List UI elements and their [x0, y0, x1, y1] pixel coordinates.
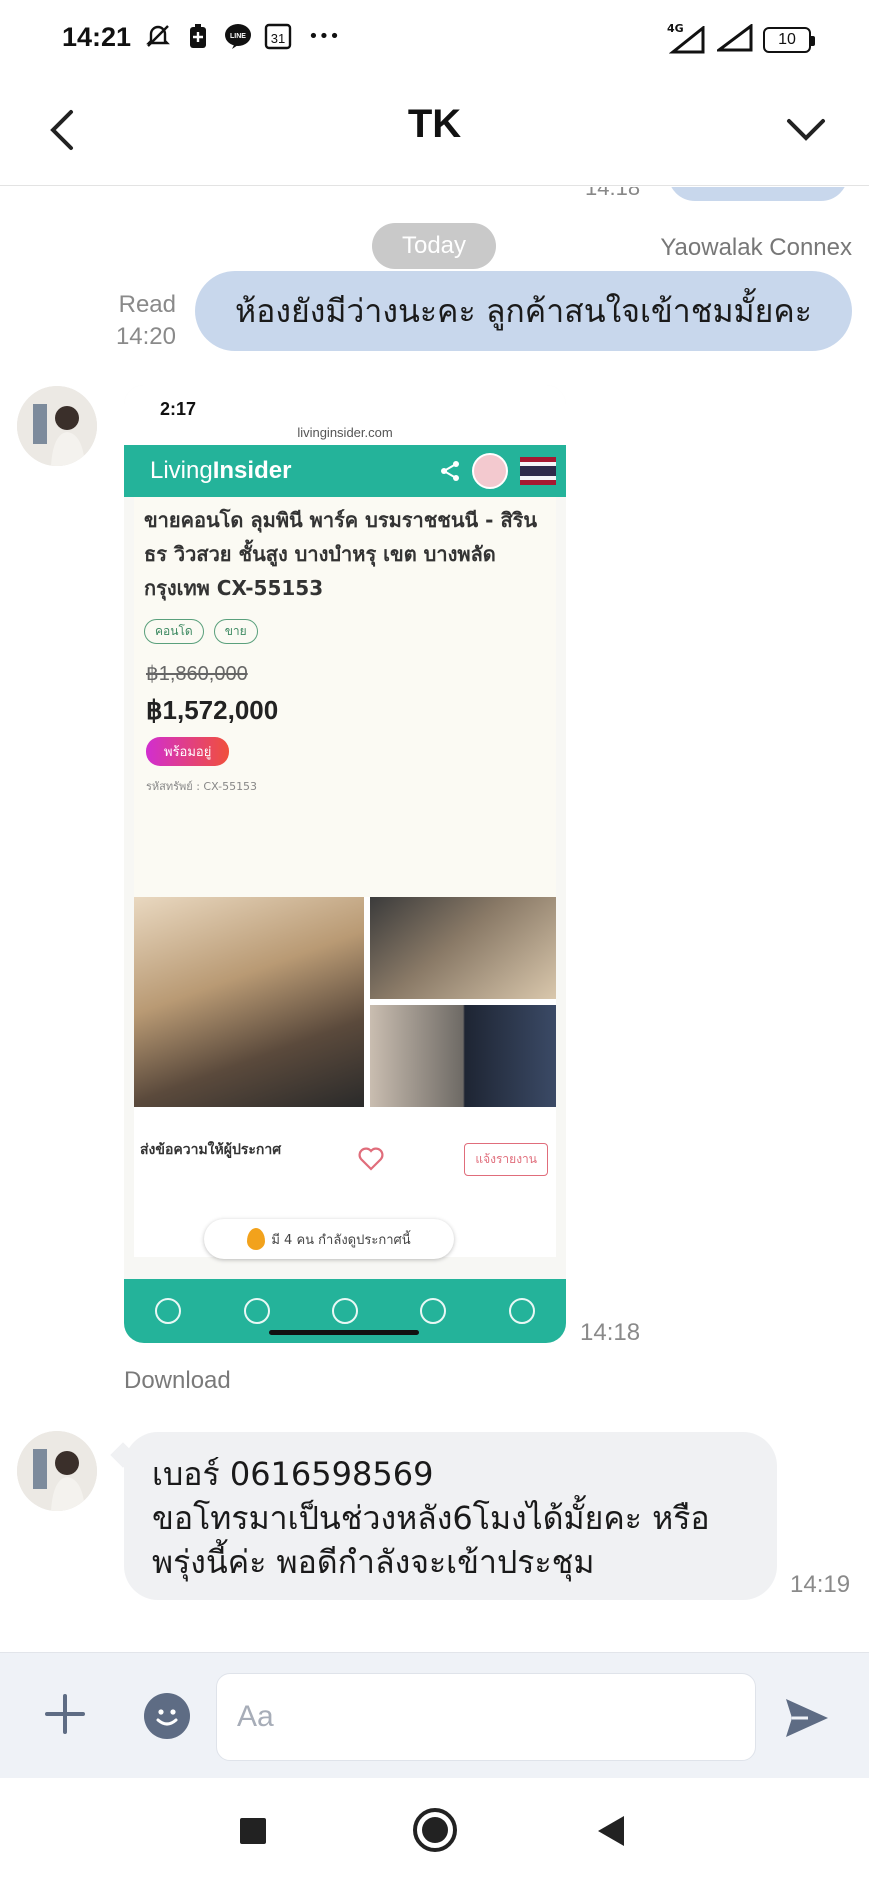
image-tag: คอนโด — [144, 619, 204, 644]
image-tab-icon — [420, 1298, 447, 1324]
more-icon: ••• — [308, 25, 340, 47]
image-photo — [370, 897, 556, 999]
plus-icon — [45, 1694, 85, 1734]
image-report-button: แจ้งรายงาน — [464, 1143, 548, 1176]
battery-saver-icon — [184, 22, 212, 50]
image-status-bar: 2:17 livinginsider.com — [124, 385, 566, 445]
image-listing-title: ขายคอนโด ลุมพินี พาร์ค บรมราชชนนี - สิริ… — [144, 508, 538, 600]
message-line: เบอร์ 0616598569 — [152, 1455, 434, 1493]
add-attachment-button[interactable] — [40, 1689, 90, 1739]
image-home-indicator — [269, 1330, 419, 1335]
chat-header: TK — [0, 78, 869, 186]
incoming-message-time: 14:19 — [790, 1571, 851, 1598]
image-listing-photos — [134, 897, 556, 1107]
image-brand-logo: LivingInsider — [150, 457, 291, 485]
network-label: 4G — [667, 22, 684, 35]
brand-part-a: Living — [150, 457, 213, 484]
calendar-day: 31 — [271, 31, 285, 46]
image-tab-icon — [155, 1298, 182, 1324]
image-status-time: 2:17 — [160, 399, 197, 419]
smiley-icon — [156, 1709, 178, 1726]
previous-message-bubble[interactable] — [668, 187, 848, 201]
image-photo-main — [134, 897, 364, 1107]
message-line: พรุ่งนี้ค่ะ พอดีกำลังจะเข้าประชุม — [152, 1543, 595, 1581]
image-listing-tags: คอนโด ขาย — [144, 619, 258, 644]
message-input[interactable] — [216, 1673, 756, 1761]
signal-4g-icon: 4G — [667, 22, 707, 54]
image-photo — [370, 1005, 556, 1107]
image-listing-meta: รหัสทรัพย์ : CX-55153 — [146, 780, 258, 793]
system-navigation-bar — [0, 1778, 869, 1883]
home-button[interactable] — [413, 1808, 457, 1852]
message-input-bar — [0, 1652, 869, 1778]
status-time: 14:21 — [62, 22, 132, 52]
message-line: ขอโทรมาเป็นช่วงหลัง6โมงได้มั้ยคะ หรือ — [152, 1499, 710, 1537]
chat-menu-button[interactable] — [779, 100, 833, 160]
fire-icon — [247, 1228, 266, 1250]
send-button[interactable] — [782, 1693, 832, 1743]
line-app-icon: LINE — [224, 22, 252, 50]
avatar[interactable] — [17, 1431, 97, 1511]
message-time: 14:20 — [115, 323, 176, 350]
emoji-button[interactable] — [144, 1693, 190, 1739]
image-tab-bar — [124, 1279, 566, 1343]
share-icon — [441, 461, 459, 481]
status-bar: 14:21 LINE 31 ••• 4G 10 — [0, 0, 869, 78]
system-back-button[interactable] — [598, 1816, 624, 1846]
sender-name: Yaowalak Connex — [660, 234, 852, 261]
image-url: livinginsider.com — [297, 425, 393, 440]
mute-icon — [144, 22, 172, 50]
heart-icon — [358, 1147, 384, 1171]
battery-icon: 10 — [763, 27, 815, 53]
image-tab-icon — [331, 1298, 358, 1324]
read-receipt: Read 14:20 — [110, 289, 176, 353]
send-icon — [786, 1699, 828, 1737]
image-tag: ขาย — [213, 619, 258, 644]
image-contact-label: ส่งข้อความให้ผู้ประกาศ — [140, 1142, 282, 1158]
svg-text:LINE: LINE — [230, 33, 246, 40]
chat-messages[interactable]: 14:18 Today Yaowalak Connex Read 14:20 ห… — [0, 187, 869, 1652]
chevron-down-icon — [787, 119, 825, 141]
image-viewers-toast: มี 4 คน กำลังดูประกาศนี้ — [204, 1219, 454, 1259]
image-message-time: 14:18 — [580, 1319, 641, 1346]
thai-flag-icon — [520, 457, 556, 485]
image-badge: พร้อมอยู่ — [146, 737, 230, 766]
brand-part-b: Insider — [212, 457, 292, 484]
date-divider: Today — [372, 223, 496, 269]
notification-icons: LINE 31 ••• — [144, 22, 344, 50]
incoming-message-bubble[interactable]: เบอร์ 0616598569 ขอโทรมาเป็นช่วงหลัง6โมง… — [124, 1432, 777, 1600]
chat-title: TK — [407, 102, 462, 146]
image-tab-icon — [243, 1298, 270, 1324]
recent-apps-button[interactable] — [240, 1818, 266, 1844]
image-contact-section: ส่งข้อความให้ผู้ประกาศ แจ้งรายงาน มี 4 ค… — [134, 1107, 556, 1259]
read-label: Read — [118, 291, 176, 318]
system-status: 4G 10 — [667, 22, 815, 56]
image-old-price: ฿1,860,000 — [146, 663, 248, 685]
previous-message-time: 14:18 — [585, 187, 641, 200]
outgoing-message-bubble[interactable]: ห้องยังมีว่างนะคะ ลูกค้าสนใจเข้าชมมั้ยคะ — [195, 271, 852, 351]
image-listing-body: ขายคอนโด ลุมพินี พาร์ค บรมราชชนนี - สิริ… — [134, 497, 556, 897]
image-site-header: LivingInsider — [124, 445, 566, 497]
image-toast-text: มี 4 คน กำลังดูประกาศนี้ — [271, 1232, 411, 1248]
avatar[interactable] — [17, 386, 97, 466]
signal-icon — [714, 23, 753, 56]
image-tab-icon — [508, 1298, 535, 1324]
shared-image[interactable]: 2:17 livinginsider.com LivingInsider ขาย… — [124, 385, 566, 1343]
calendar-icon: 31 — [264, 22, 292, 50]
image-price: ฿1,572,000 — [146, 695, 279, 725]
profile-icon — [472, 453, 508, 489]
download-link[interactable]: Download — [124, 1367, 231, 1395]
